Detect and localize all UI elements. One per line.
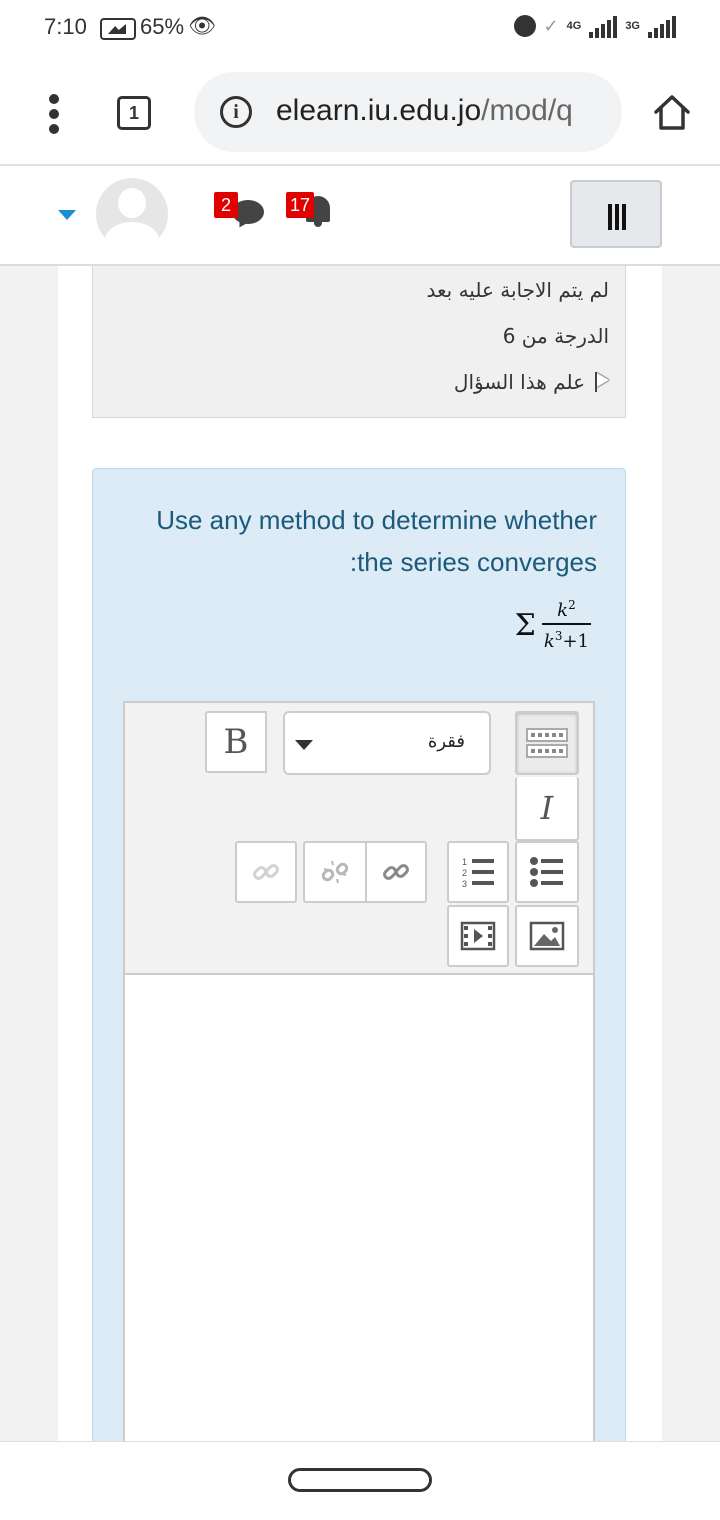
link-button[interactable] xyxy=(365,841,427,903)
insert-image-button[interactable] xyxy=(515,905,579,967)
link-icon xyxy=(253,864,279,880)
system-navigation-bar xyxy=(0,1441,720,1520)
fraction: k2 k3+1 xyxy=(541,598,591,652)
battery-level: 65% xyxy=(140,14,185,39)
site-navbar: 2 17 xyxy=(0,166,720,266)
question-state: لم يتم الاجابة عليه بعد xyxy=(426,278,609,302)
status-right: ✓ 4G 3G xyxy=(513,14,676,38)
flag-question-label[interactable]: علم هذا السؤال xyxy=(454,370,585,394)
check-icon: ✓ xyxy=(543,15,559,36)
ordered-list-button[interactable]: 123 xyxy=(447,841,509,903)
eye-icon: 👁 xyxy=(188,14,216,39)
flag-icon[interactable] xyxy=(591,372,609,392)
url-domain: elearn.iu.edu.jo xyxy=(276,94,482,127)
ordered-list-icon: 123 xyxy=(462,857,494,889)
image-icon xyxy=(529,921,565,951)
gallery-icon xyxy=(100,18,136,40)
question-text: Use any method to determine whether :the… xyxy=(117,499,597,583)
hamburger-menu-button[interactable] xyxy=(570,180,662,248)
unordered-list-button[interactable] xyxy=(515,841,579,903)
notifications-count-badge[interactable]: 17 xyxy=(286,192,315,218)
tab-switcher-button[interactable]: 1 xyxy=(117,96,151,130)
status-time: 7:10 xyxy=(44,14,87,39)
url-path: /mod/q xyxy=(481,94,573,127)
signal-icon xyxy=(589,14,618,38)
question-grade: الدرجة من 6 xyxy=(502,324,609,348)
paragraph-style-value: فقرة xyxy=(427,731,465,752)
insert-media-button[interactable] xyxy=(447,905,509,967)
messenger-icon xyxy=(513,15,536,37)
kebab-menu-icon[interactable] xyxy=(48,94,60,134)
fraction-denominator: k3+1 xyxy=(541,623,591,652)
content-column: لم يتم الاجابة عليه بعد الدرجة من 6 علم … xyxy=(58,266,662,1461)
avatar[interactable] xyxy=(96,178,168,250)
media-icon xyxy=(460,921,496,951)
fraction-numerator: k2 xyxy=(557,598,576,621)
url-text[interactable]: elearn.iu.edu.jo/mod/q xyxy=(276,94,573,128)
question-text-line: Use any method to determine whether xyxy=(156,505,597,535)
series-formula: Σ k2 k3+1 xyxy=(515,593,591,657)
italic-button[interactable]: I xyxy=(515,777,579,841)
sigma-symbol: Σ xyxy=(514,607,536,643)
browser-toolbar: 1 i elearn.iu.edu.jo/mod/q xyxy=(0,58,720,166)
page-body: لم يتم الاجابة عليه بعد الدرجة من 6 علم … xyxy=(0,266,720,1461)
bold-button[interactable]: B xyxy=(205,711,267,773)
link-icon xyxy=(383,864,409,880)
chevron-down-icon xyxy=(295,740,313,750)
chevron-down-icon[interactable] xyxy=(58,210,76,220)
editor-toolbar: B فقرة I 1 2 3 xyxy=(125,703,593,975)
link-button-disabled[interactable] xyxy=(235,841,297,903)
network-label-2: 3G xyxy=(625,20,640,32)
unlink-icon xyxy=(321,860,349,884)
unlink-button[interactable] xyxy=(303,841,365,903)
signal-icon xyxy=(648,14,676,38)
question-text-line: :the series converges xyxy=(349,547,597,577)
question-info-panel: لم يتم الاجابة عليه بعد الدرجة من 6 علم … xyxy=(92,266,626,418)
answer-editor: B فقرة I 1 2 3 xyxy=(123,701,595,1461)
home-gesture-pill[interactable] xyxy=(288,1468,432,1492)
info-icon[interactable]: i xyxy=(220,96,252,128)
toolbar-expand-button[interactable] xyxy=(515,711,579,775)
paragraph-style-select[interactable]: فقرة xyxy=(283,711,491,775)
messages-count-badge[interactable]: 2 xyxy=(214,192,238,218)
svg-text:1: 1 xyxy=(462,857,467,867)
toolbar-expand-icon xyxy=(526,728,568,758)
svg-text:3: 3 xyxy=(462,879,467,889)
home-icon[interactable] xyxy=(650,90,694,134)
svg-text:2: 2 xyxy=(462,868,467,878)
unordered-list-icon xyxy=(530,857,563,887)
hamburger-menu-icon xyxy=(608,204,626,230)
status-bar: 7:10 65% 👁 ✓ 4G 3G xyxy=(0,0,720,58)
address-bar[interactable]: i elearn.iu.edu.jo/mod/q xyxy=(194,72,622,152)
question-text-box: Use any method to determine whether :the… xyxy=(92,468,626,1461)
network-label-1: 4G xyxy=(566,20,582,32)
flag-question-link[interactable]: علم هذا السؤال xyxy=(454,370,609,394)
answer-text-area[interactable] xyxy=(125,975,593,1459)
